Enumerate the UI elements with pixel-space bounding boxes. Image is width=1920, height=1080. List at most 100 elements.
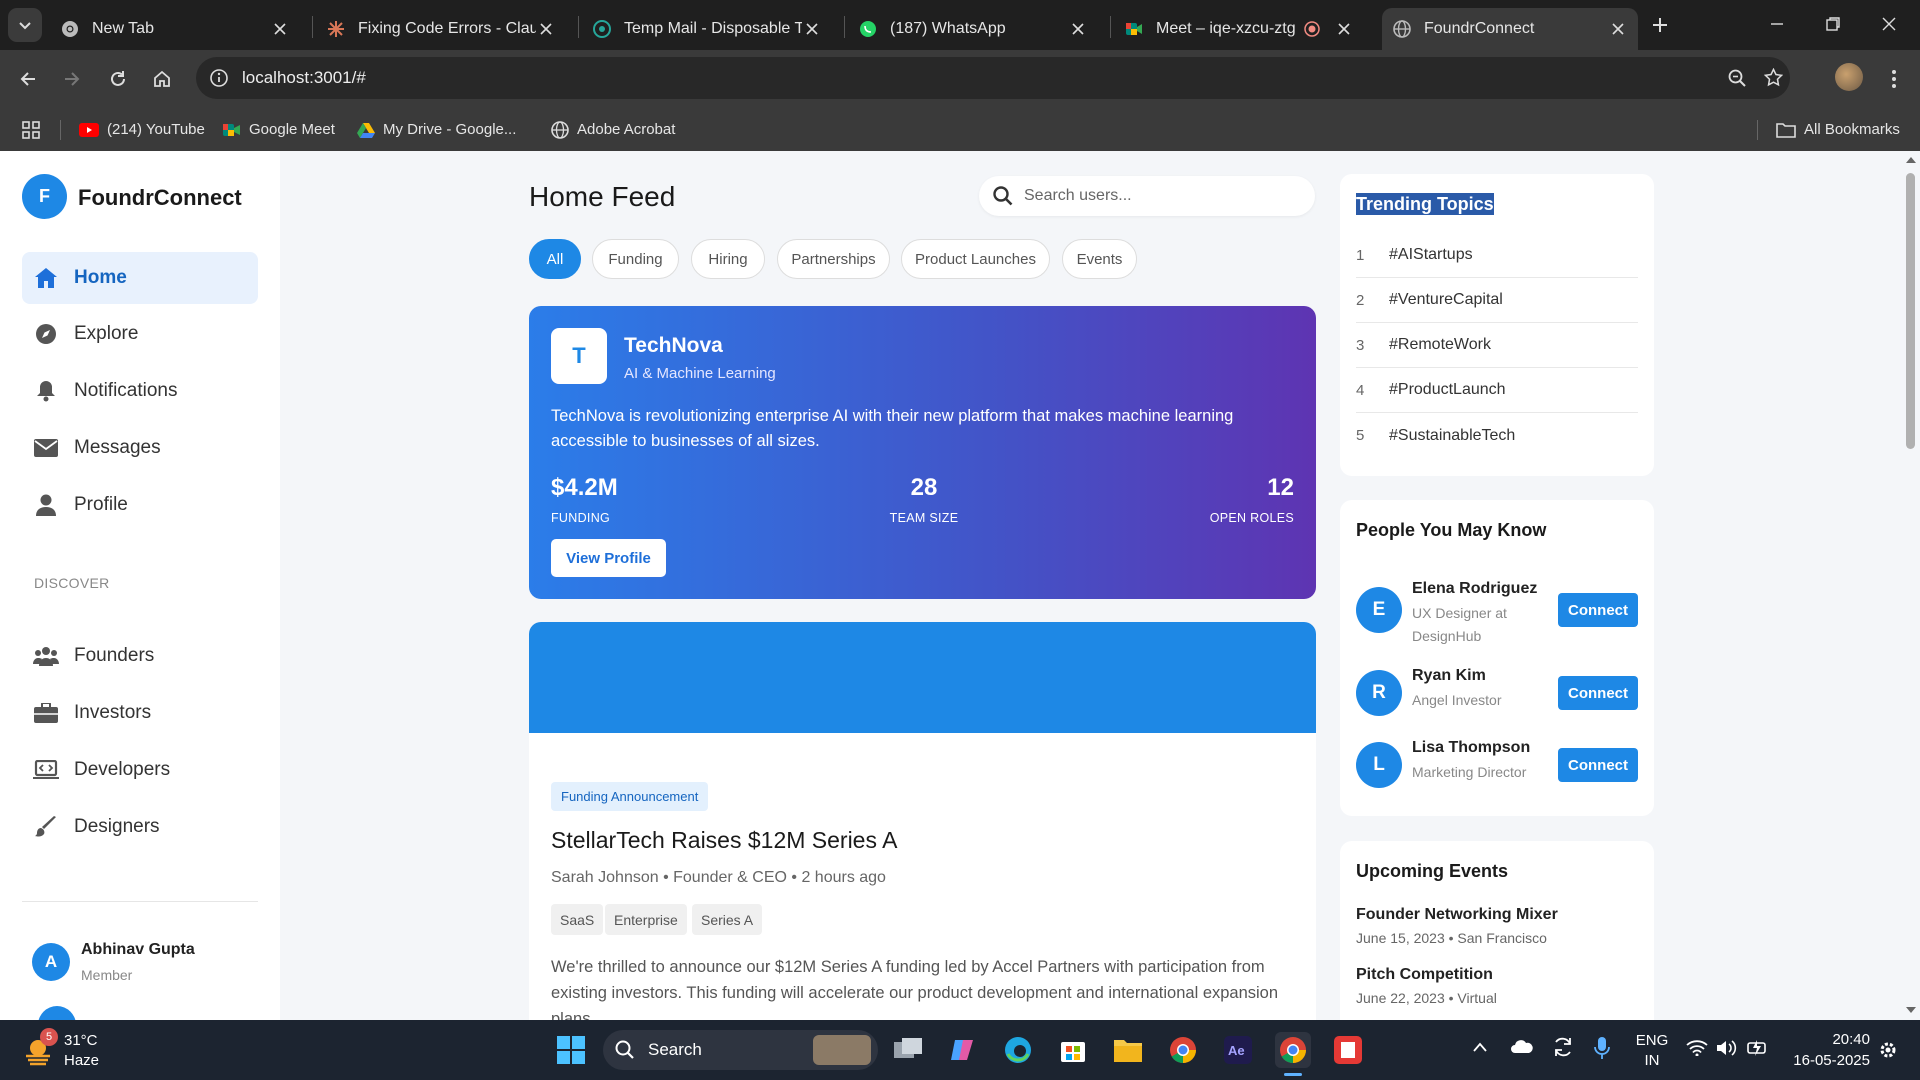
profile-avatar[interactable]	[1835, 63, 1863, 91]
trending-item[interactable]: 4 #ProductLaunch	[1356, 368, 1638, 413]
close-icon[interactable]	[536, 19, 556, 39]
task-view-button[interactable]	[890, 1032, 926, 1068]
all-bookmarks-button[interactable]: All Bookmarks	[1776, 108, 1900, 151]
connect-button[interactable]: Connect	[1558, 748, 1638, 782]
nav-investors[interactable]: Investors	[22, 687, 258, 739]
clock-time[interactable]: 20:40	[1780, 1031, 1870, 1048]
store-button[interactable]	[1055, 1032, 1091, 1068]
nav-explore[interactable]: Explore	[22, 308, 258, 360]
featured-name[interactable]: TechNova	[624, 334, 723, 358]
close-icon[interactable]	[802, 19, 822, 39]
start-button[interactable]	[553, 1032, 589, 1068]
event-name[interactable]: Founder Networking Mixer	[1356, 906, 1558, 924]
close-icon[interactable]	[1068, 19, 1088, 39]
tab-foundrconnect[interactable]: FoundrConnect	[1382, 8, 1638, 50]
post-tag[interactable]: Series A	[692, 904, 763, 935]
onedrive-icon[interactable]	[1510, 1038, 1534, 1054]
settings-gear-icon[interactable]	[1877, 1039, 1899, 1061]
fab-button[interactable]	[38, 1006, 76, 1020]
pdf-app-button[interactable]	[1330, 1032, 1366, 1068]
nav-notifications[interactable]: Notifications	[22, 365, 258, 417]
filter-product-launches[interactable]: Product Launches	[901, 239, 1050, 279]
bookmark-youtube[interactable]: (214) YouTube	[79, 108, 205, 151]
site-info-icon[interactable]	[210, 69, 228, 87]
nav-designers[interactable]: Designers	[22, 801, 258, 853]
clock-date[interactable]: 16-05-2025	[1766, 1052, 1870, 1069]
trending-item[interactable]: 2 #VentureCapital	[1356, 278, 1638, 323]
bookmark-google-meet[interactable]: Google Meet	[223, 108, 335, 151]
chrome-profile-button[interactable]	[1275, 1032, 1311, 1068]
nav-home[interactable]: Home	[22, 252, 258, 304]
close-icon[interactable]	[1334, 19, 1354, 39]
post-tag[interactable]: Enterprise	[605, 904, 687, 935]
reload-button[interactable]	[102, 63, 134, 95]
app-logo[interactable]: F	[22, 174, 67, 219]
minimize-button[interactable]	[1746, 0, 1808, 48]
menu-button[interactable]	[1878, 63, 1910, 95]
edge-button[interactable]	[1000, 1032, 1036, 1068]
language-indicator[interactable]: ENG	[1632, 1032, 1672, 1049]
restore-button[interactable]	[1802, 0, 1864, 48]
tray-overflow-icon[interactable]	[1473, 1042, 1487, 1052]
person-name[interactable]: Elena Rodriguez	[1412, 580, 1537, 598]
bookmark-star-icon[interactable]	[1764, 68, 1783, 87]
filter-funding[interactable]: Funding	[592, 239, 679, 279]
tab-meet[interactable]: Meet – iqe-xzcu-ztg	[1114, 8, 1364, 50]
close-icon[interactable]	[270, 19, 290, 39]
search-input[interactable]	[1024, 184, 1304, 208]
nav-profile[interactable]: Profile	[22, 479, 258, 531]
person-avatar[interactable]: E	[1356, 587, 1402, 633]
app-name[interactable]: FoundrConnect	[78, 185, 242, 211]
person-name[interactable]: Ryan Kim	[1412, 667, 1486, 685]
bookmark-adobe-acrobat[interactable]: Adobe Acrobat	[551, 108, 675, 151]
tab-new-tab[interactable]: New Tab	[50, 8, 300, 50]
address-bar[interactable]: localhost:3001/#	[196, 57, 1790, 99]
tab-whatsapp[interactable]: (187) WhatsApp	[848, 8, 1098, 50]
filter-hiring[interactable]: Hiring	[691, 239, 765, 279]
nav-founders[interactable]: Founders	[22, 630, 258, 682]
connect-button[interactable]: Connect	[1558, 593, 1638, 627]
microphone-icon[interactable]	[1594, 1036, 1610, 1060]
copilot-button[interactable]	[945, 1032, 981, 1068]
volume-icon[interactable]	[1716, 1039, 1738, 1057]
chrome-button[interactable]	[1165, 1032, 1201, 1068]
user-name[interactable]: Abhinav Gupta	[81, 941, 195, 959]
trending-item[interactable]: 3 #RemoteWork	[1356, 323, 1638, 368]
trending-item[interactable]: 5 #SustainableTech	[1356, 413, 1638, 458]
filter-events[interactable]: Events	[1062, 239, 1137, 279]
filter-all[interactable]: All	[529, 239, 581, 279]
sync-icon[interactable]	[1552, 1036, 1574, 1058]
home-button[interactable]	[146, 63, 178, 95]
close-window-button[interactable]	[1858, 0, 1920, 48]
view-profile-button[interactable]: View Profile	[551, 539, 666, 577]
new-tab-button[interactable]	[1648, 13, 1672, 37]
trending-item[interactable]: 1 #AIStartups	[1356, 233, 1638, 278]
file-explorer-button[interactable]	[1110, 1032, 1146, 1068]
post-tag[interactable]: SaaS	[551, 904, 604, 935]
nav-messages[interactable]: Messages	[22, 422, 258, 474]
after-effects-button[interactable]: Ae	[1220, 1032, 1256, 1068]
taskbar-search[interactable]: Search	[603, 1030, 878, 1070]
user-avatar[interactable]: A	[32, 943, 70, 981]
search-box[interactable]	[979, 176, 1315, 216]
weather-widget[interactable]: 5	[22, 1028, 58, 1066]
event-name[interactable]: Pitch Competition	[1356, 966, 1493, 984]
url-text[interactable]: localhost:3001/#	[242, 68, 366, 88]
person-avatar[interactable]: R	[1356, 670, 1402, 716]
apps-button[interactable]	[22, 108, 40, 151]
tab-search-button[interactable]	[8, 8, 42, 42]
zoom-icon[interactable]	[1728, 69, 1746, 87]
person-avatar[interactable]: L	[1356, 742, 1402, 788]
post-title[interactable]: StellarTech Raises $12M Series A	[551, 827, 897, 854]
back-button[interactable]	[12, 63, 44, 95]
bookmark-my-drive[interactable]: My Drive - Google...	[357, 108, 516, 151]
nav-developers[interactable]: Developers	[22, 744, 258, 796]
tab-temp-mail[interactable]: Temp Mail - Disposable Temporary Email	[582, 8, 832, 50]
close-icon[interactable]	[1608, 19, 1628, 39]
connect-button[interactable]: Connect	[1558, 676, 1638, 710]
tab-claude[interactable]: Fixing Code Errors - Claude	[316, 8, 566, 50]
scrollbar-thumb[interactable]	[1906, 173, 1915, 449]
forward-button[interactable]	[56, 63, 88, 95]
wifi-icon[interactable]	[1686, 1040, 1708, 1056]
filter-partnerships[interactable]: Partnerships	[777, 239, 890, 279]
